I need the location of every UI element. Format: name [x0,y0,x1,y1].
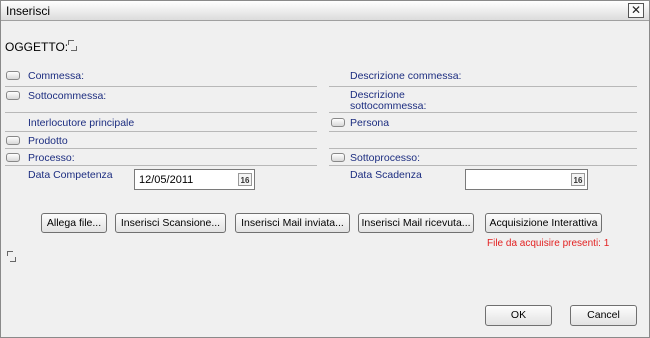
processo-lookup-button[interactable] [6,153,20,162]
note-edit-icon[interactable] [7,251,16,262]
interlocutore-label: Interlocutore principale [28,117,135,129]
sottoprocesso-lookup-button[interactable] [331,153,345,162]
close-button[interactable]: ✕ [628,3,644,18]
separator [329,86,637,87]
separator [5,165,317,166]
files-present-status: File da acquisire presenti: 1 [487,238,610,249]
separator [5,131,317,132]
separator [329,131,637,132]
data-scadenza-label: Data Scadenza [350,169,422,181]
insert-dialog: Inserisci ✕ OGGETTO: Commessa: Descrizio… [0,0,650,338]
data-scadenza-field[interactable]: 16 [465,169,588,190]
inserisci-scansione-button[interactable]: Inserisci Scansione... [115,213,226,233]
descrizione-commessa-label: Descrizione commessa: [350,70,462,82]
oggetto-edit-icon[interactable] [68,40,77,51]
commessa-label: Commessa: [28,70,85,82]
data-competenza-field[interactable]: 12/05/2011 16 [134,169,255,190]
inserisci-mail-inviata-button[interactable]: Inserisci Mail inviata... [235,213,350,233]
sottocommessa-label: Sottocommessa: [28,90,107,102]
separator [329,148,637,149]
separator [329,112,637,113]
separator [5,112,317,113]
sottoprocesso-label: Sottoprocesso: [350,152,421,164]
commessa-lookup-button[interactable] [6,71,20,80]
calendar-icon[interactable]: 16 [238,173,252,186]
oggetto-label: OGGETTO: [5,40,69,54]
prodotto-lookup-button[interactable] [6,136,20,145]
sottocommessa-lookup-button[interactable] [6,91,20,100]
data-competenza-label: Data Competenza [28,169,113,181]
persona-lookup-button[interactable] [331,118,345,127]
prodotto-label: Prodotto [28,135,68,147]
descrizione-sottocommessa-label-2: sottocommessa: [350,100,427,112]
inserisci-mail-ricevuta-button[interactable]: Inserisci Mail ricevuta... [358,213,474,233]
calendar-icon[interactable]: 16 [571,173,585,186]
persona-label: Persona [350,117,390,129]
title-bar[interactable]: Inserisci ✕ [1,1,649,21]
separator [5,86,317,87]
separator [5,148,317,149]
acquisizione-interattiva-button[interactable]: Acquisizione Interattiva [485,213,602,233]
processo-label: Processo: [28,152,75,164]
separator [329,165,637,166]
window-title: Inserisci [6,4,51,18]
allega-file-button[interactable]: Allega file... [41,213,107,233]
ok-button[interactable]: OK [485,305,552,326]
data-competenza-value: 12/05/2011 [139,174,194,186]
cancel-button[interactable]: Cancel [570,305,637,326]
